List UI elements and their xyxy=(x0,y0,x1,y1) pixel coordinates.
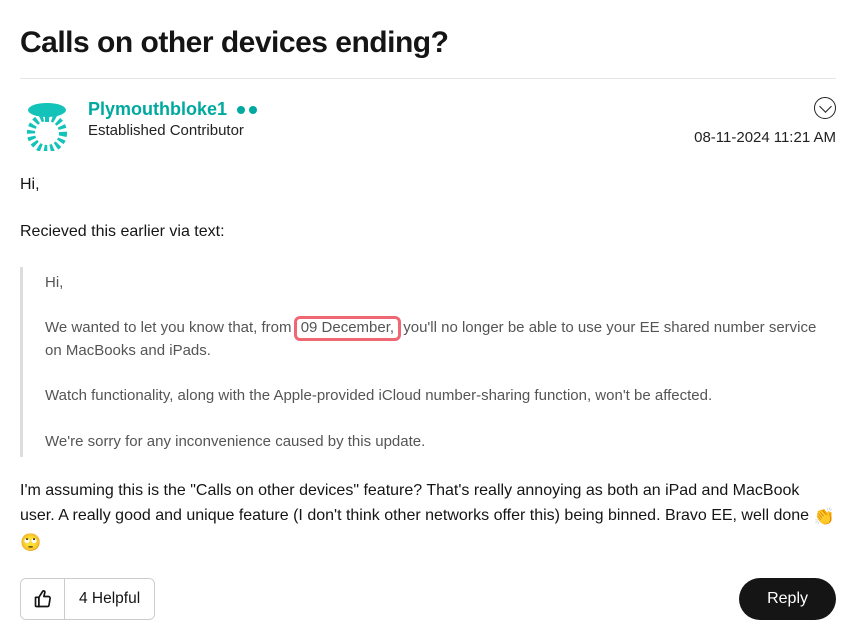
quote-paragraph: Hi, xyxy=(45,271,836,294)
body-text: I'm assuming this is the "Calls on other… xyxy=(20,482,813,524)
body-paragraph: Recieved this earlier via text: xyxy=(20,220,836,245)
helpful-button[interactable] xyxy=(21,579,65,619)
post-title: Calls on other devices ending? xyxy=(20,26,836,60)
post-header: Plymouthbloke1 Established Contributor ‎… xyxy=(20,97,836,151)
author-block: Plymouthbloke1 Established Contributor xyxy=(20,97,257,151)
post-timestamp: ‎08-11-2024 11:21 AM xyxy=(694,129,836,146)
post-time: 11:21 AM xyxy=(774,129,836,146)
rank-badge-icon xyxy=(237,106,257,114)
post-body: Hi, Recieved this earlier via text: Hi, … xyxy=(20,173,836,556)
thumbs-up-icon xyxy=(33,589,53,609)
chevron-down-icon xyxy=(819,100,832,113)
helpful-group: 4 Helpful xyxy=(20,578,155,620)
divider xyxy=(20,78,836,79)
quote-paragraph: We wanted to let you know that, from 09 … xyxy=(45,316,836,363)
body-paragraph: Hi, xyxy=(20,173,836,198)
quote-paragraph: Watch functionality, along with the Appl… xyxy=(45,384,836,407)
post-footer: 4 Helpful Reply xyxy=(20,578,836,620)
quote-text: We wanted to let you know that, from xyxy=(45,319,296,336)
body-paragraph: I'm assuming this is the "Calls on other… xyxy=(20,479,836,556)
quote-paragraph: We're sorry for any inconvenience caused… xyxy=(45,430,836,453)
reply-button[interactable]: Reply xyxy=(739,578,836,620)
author-name-link[interactable]: Plymouthbloke1 xyxy=(88,99,227,120)
quoted-text: Hi, We wanted to let you know that, from… xyxy=(20,267,836,457)
post-options-button[interactable] xyxy=(814,97,836,119)
highlight-annotation: 09 December, xyxy=(294,316,401,341)
avatar-icon xyxy=(20,97,74,151)
helpful-count[interactable]: 4 Helpful xyxy=(65,579,154,619)
author-role: Established Contributor xyxy=(88,122,257,139)
avatar[interactable] xyxy=(20,97,74,151)
post-date: ‎08-11-2024 xyxy=(694,129,770,146)
